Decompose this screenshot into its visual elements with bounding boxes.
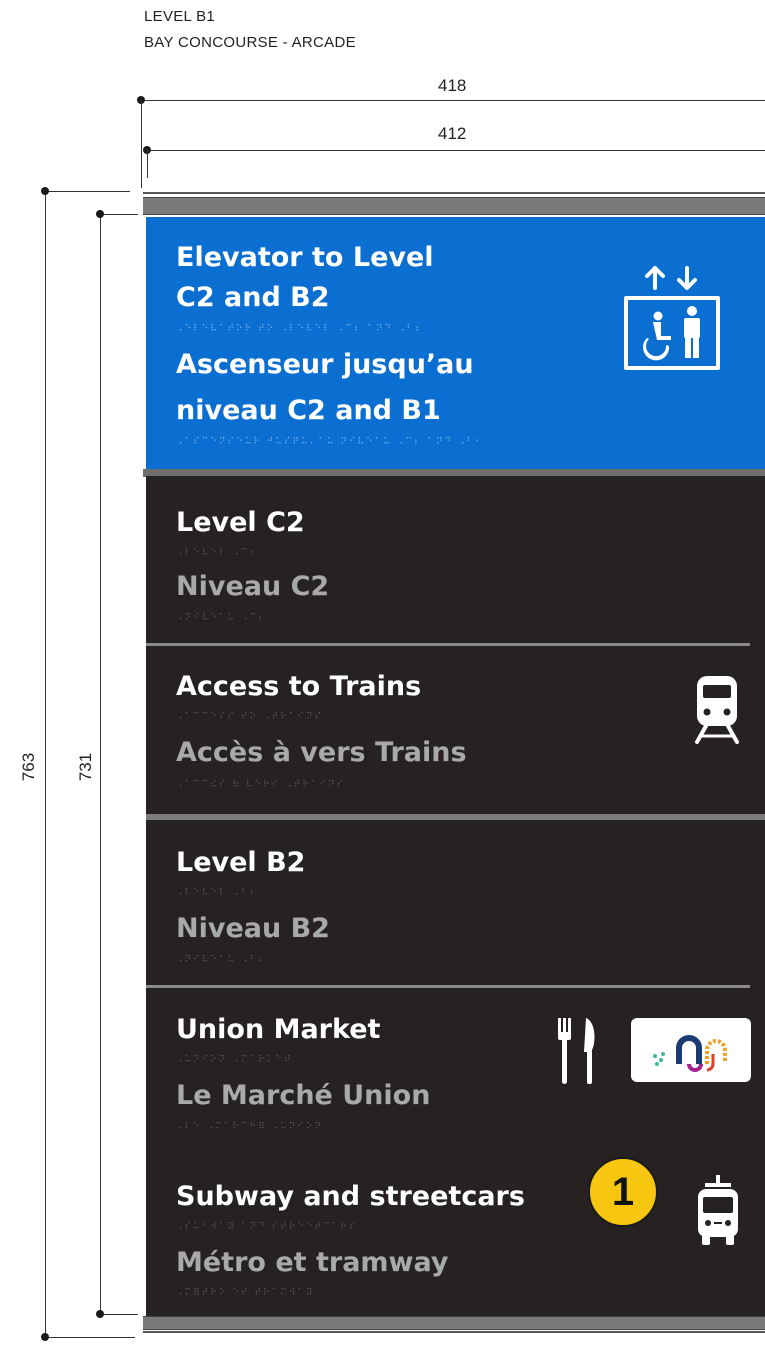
- inner-height-dot-top: [96, 210, 104, 218]
- streetcar-icon: [698, 1175, 738, 1245]
- elevator-title-en-line1: Elevator to Level: [176, 242, 434, 273]
- location-label: BAY CONCOURSE - ARCADE: [144, 34, 356, 51]
- row-union-market-en: Union Market: [176, 1014, 381, 1045]
- elevator-braille-en: ⠠⠑⠇⠑⠧⠁⠞⠕⠗ ⠞⠕ ⠠⠇⠑⠧⠑⠇ ⠠⠉⠆ ⠁⠝⠙ ⠠⠃⠆: [176, 324, 424, 334]
- row-trains-en: Access to Trains: [176, 671, 422, 702]
- inner-height-dot-bottom: [96, 1310, 104, 1318]
- outer-height-bottom-tick: [45, 1337, 135, 1338]
- elevator-title-en-line2: C2 and B2: [176, 282, 330, 313]
- row-subway-en: Subway and streetcars: [176, 1181, 525, 1212]
- bottom-rail: [143, 1316, 765, 1330]
- elevator-title-fr-line2: niveau C2 and B1: [176, 395, 441, 426]
- outer-height-dot-bottom: [41, 1333, 49, 1341]
- row-subway-braille-fr: ⠠⠍⠿⠞⠗⠕ ⠑⠞ ⠞⠗⠁⠍⠺⠁⠽: [176, 1288, 315, 1298]
- subway-line-1-badge: 1: [588, 1157, 658, 1227]
- row-level-c2-fr: Niveau C2: [176, 571, 330, 602]
- elevator-accessible-icon: [624, 266, 720, 370]
- inner-height-top-tick: [100, 214, 138, 215]
- elevator-title-fr-line1: Ascenseur jusqu’au: [176, 349, 474, 380]
- row-level-c2-braille-fr: ⠠⠝⠊⠧⠑⠁⠥ ⠠⠉⠆: [176, 613, 267, 623]
- row-level-b2-braille-en: ⠠⠇⠑⠧⠑⠇ ⠠⠃⠆: [176, 888, 259, 898]
- row-trains-braille-en: ⠠⠁⠉⠉⠑⠎⠎ ⠞⠕ ⠠⠞⠗⠁⠊⠝⠎: [176, 712, 324, 722]
- row-level-b2-en: Level B2: [176, 847, 306, 878]
- bottom-rail-edge: [143, 1331, 765, 1333]
- inner-height-label: 731: [76, 752, 96, 782]
- row-union-market-braille-en: ⠠⠥⠝⠊⠕⠝ ⠠⠍⠁⠗⠅⠑⠞: [176, 1055, 293, 1065]
- union-market-logo: [631, 1018, 751, 1082]
- outer-width-extension: [141, 100, 142, 188]
- train-icon: [695, 676, 739, 744]
- inner-width-label: 412: [438, 124, 467, 143]
- outer-height-dot-top: [41, 187, 49, 195]
- row-union-market-fr: Le Marché Union: [176, 1080, 431, 1111]
- inner-height-line: [100, 214, 101, 1314]
- row-subway-fr: Métro et tramway: [176, 1247, 449, 1278]
- elevator-braille-fr: ⠠⠁⠎⠉⠑⠝⠎⠑⠥⠗ ⠚⠥⠎⠟⠥⠄⠁⠥ ⠝⠊⠧⠑⠁⠥ ⠠⠉⠆ ⠁⠝⠙ ⠠⠃⠂: [176, 437, 484, 447]
- row-level-b2-fr: Niveau B2: [176, 913, 330, 944]
- row-separator: [146, 985, 750, 988]
- outer-height-top-tick: [45, 191, 130, 192]
- row-level-c2-braille-en: ⠠⠇⠑⠧⠑⠇ ⠠⠉⠆: [176, 548, 259, 558]
- row-level-c2-en: Level C2: [176, 507, 305, 538]
- level-label: LEVEL B1: [144, 8, 216, 25]
- outer-width-line: [141, 100, 765, 101]
- inner-width-extension: [147, 150, 148, 178]
- row-trains-fr: Accès à vers Trains: [176, 737, 467, 768]
- outer-height-label: 763: [19, 752, 39, 782]
- row-level-b2-braille-fr: ⠠⠝⠊⠧⠑⠁⠥ ⠠⠃⠆: [176, 955, 267, 965]
- section-separator: [146, 814, 765, 820]
- outer-height-line: [45, 191, 46, 1337]
- row-subway-braille-en: ⠠⠎⠥⠃⠺⠁⠽ ⠁⠝⠙ ⠎⠞⠗⠑⠑⠞⠉⠁⠗⠎: [176, 1222, 358, 1232]
- row-separator: [146, 643, 750, 646]
- top-rail: [143, 197, 765, 215]
- outer-width-label: 418: [438, 76, 467, 95]
- row-trains-braille-fr: ⠠⠁⠉⠉⠮⠎ ⠷ ⠧⠑⠗⠎ ⠠⠞⠗⠁⠊⠝⠎: [176, 780, 346, 790]
- top-rail-edge: [143, 192, 765, 194]
- inner-height-bottom-tick: [100, 1314, 138, 1315]
- row-union-market-braille-fr: ⠠⠇⠑ ⠠⠍⠁⠗⠉⠓⠿ ⠠⠥⠝⠊⠕⠝: [176, 1122, 324, 1132]
- inner-width-line: [147, 150, 765, 151]
- fork-knife-icon: [558, 1018, 595, 1084]
